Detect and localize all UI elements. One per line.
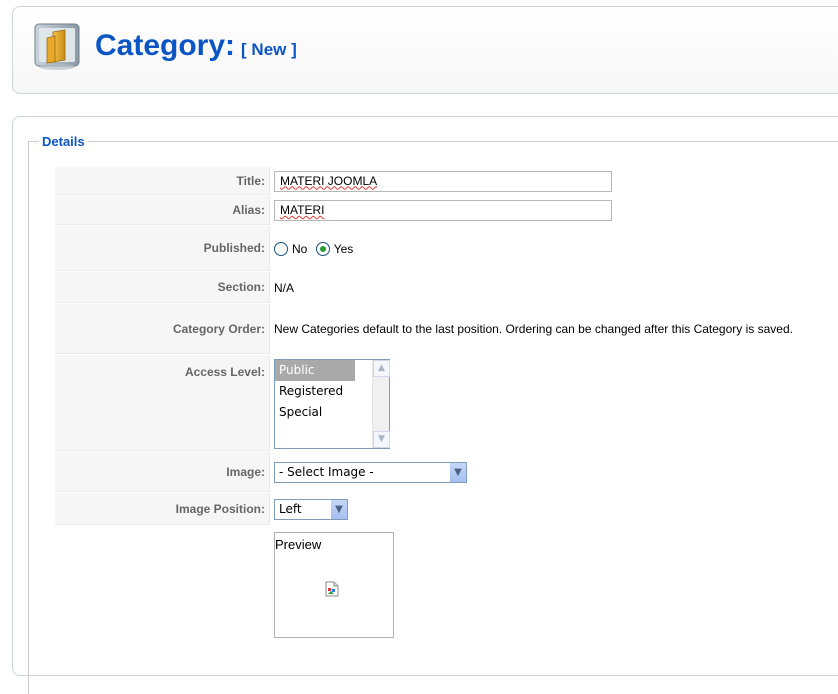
access-level-listbox[interactable]: Public Registered Special ▲ ▼	[274, 359, 390, 449]
page-title: Category: [ New ]	[95, 29, 297, 63]
image-label: Image:	[55, 452, 270, 492]
section-label: Section:	[55, 272, 270, 303]
image-position-select[interactable]: Left ▼	[274, 498, 348, 520]
alias-cell: MATERI	[271, 196, 816, 225]
broken-image-icon	[325, 581, 339, 597]
category-order-text: New Categories default to the last posit…	[271, 304, 816, 354]
published-no-radio[interactable]	[274, 241, 288, 256]
published-cell: No Yes	[271, 226, 816, 271]
toolbar-header: Category: [ New ]	[12, 6, 838, 94]
published-label: Published:	[55, 226, 270, 271]
title-label: Title:	[55, 167, 270, 195]
access-option-public[interactable]: Public	[275, 360, 355, 381]
preview-label: Preview	[275, 537, 322, 552]
image-select[interactable]: - Select Image - ▼	[274, 461, 467, 483]
category-order-label: Category Order:	[55, 304, 270, 354]
preview-spacer	[55, 526, 270, 646]
title-cell: MATERI JOOMLA	[271, 167, 816, 195]
section-value: N/A	[274, 280, 295, 295]
image-position-label: Image Position:	[55, 493, 270, 525]
published-no-label[interactable]: No	[292, 242, 307, 256]
access-level-cell: Public Registered Special ▲ ▼	[271, 355, 816, 451]
alias-input-value: MATERI	[280, 203, 325, 217]
title-input-value: MATERI JOOMLA	[280, 173, 378, 188]
details-legend: Details	[42, 134, 85, 149]
image-preview: Preview	[274, 532, 394, 638]
scroll-down-arrow-icon[interactable]: ▼	[373, 431, 390, 448]
page-title-status: [ New ]	[241, 40, 297, 59]
category-order-message: New Categories default to the last posit…	[274, 322, 793, 336]
published-yes-radio[interactable]	[315, 241, 330, 256]
access-option-registered[interactable]: Registered	[275, 381, 355, 402]
alias-input[interactable]: MATERI	[274, 200, 612, 221]
access-option-special[interactable]: Special	[275, 402, 355, 423]
image-select-chevron-down-icon[interactable]: ▼	[449, 462, 466, 482]
access-level-scrollbar[interactable]: ▲ ▼	[372, 360, 390, 448]
page-title-text: Category:	[95, 29, 236, 62]
image-position-cell: Left ▼	[271, 493, 816, 525]
published-yes-label[interactable]: Yes	[334, 242, 354, 256]
access-level-label: Access Level:	[55, 355, 270, 451]
image-select-value: - Select Image -	[279, 465, 374, 479]
preview-cell: Preview	[271, 526, 816, 646]
details-form: Title: MATERI JOOMLA Alias: MATERI Publi…	[54, 166, 817, 647]
alias-label: Alias:	[55, 196, 270, 225]
scroll-up-arrow-icon[interactable]: ▲	[373, 360, 390, 377]
image-position-value: Left	[279, 502, 302, 516]
category-folder-icon	[34, 23, 80, 70]
image-position-chevron-down-icon[interactable]: ▼	[330, 499, 347, 519]
image-cell: - Select Image - ▼	[271, 452, 816, 492]
title-input[interactable]: MATERI JOOMLA	[274, 170, 612, 192]
